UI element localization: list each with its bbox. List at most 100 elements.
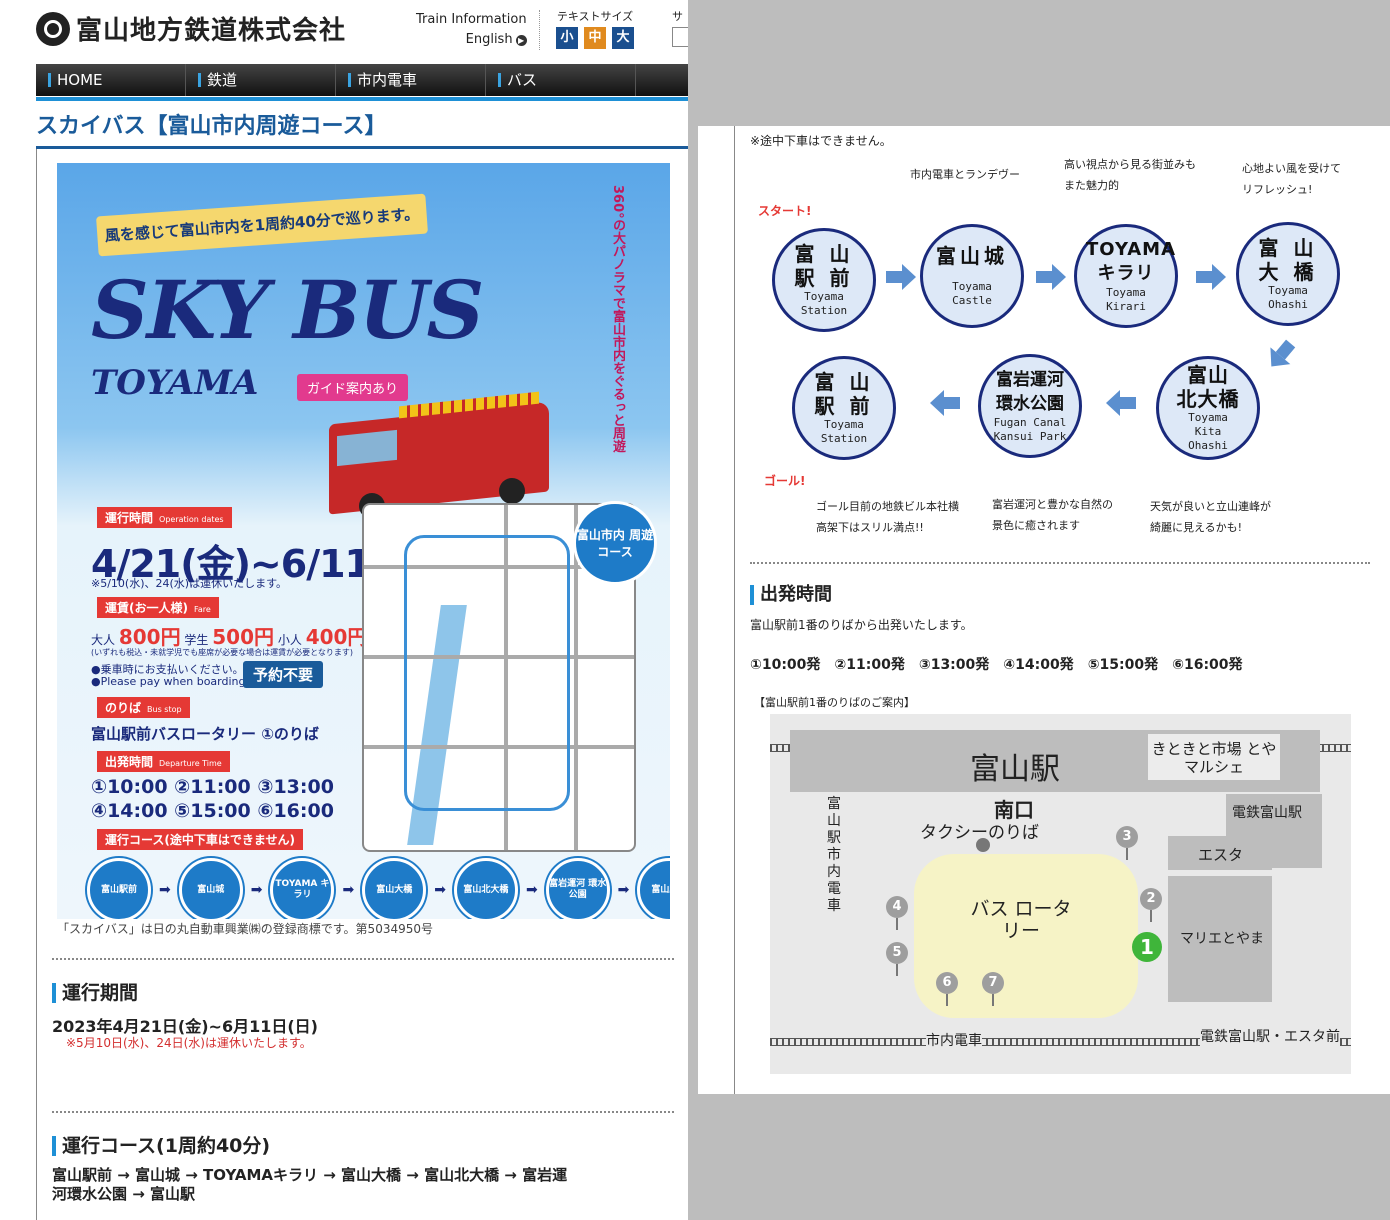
stop-marker: 7: [982, 972, 1004, 1006]
left-page: 富山地方鉄道株式会社 Train Information English ▶ テ…: [0, 0, 688, 1220]
callout: 天気が良いと立山連峰が 綺麗に見えるかも!: [1150, 500, 1271, 534]
course-diagram: 市内電車とランデヴー 高い視点から見る街並みも また魅力的 心地よい風を受けて リフ…: [750, 152, 1370, 542]
arrow-down-left-icon: [1260, 334, 1302, 376]
arrow-right-icon: ➡: [525, 882, 538, 898]
no-stopover-note: ※途中下車はできません。: [750, 134, 892, 148]
course-label: 運行コース(途中下車はできません): [97, 829, 304, 850]
search-icon[interactable]: [672, 27, 688, 47]
rotary-label: バス ロータリー: [970, 898, 1072, 942]
stop-marker: 5: [886, 942, 908, 976]
departure-time: ②11:00発: [834, 657, 905, 673]
bus-stop-map: 富山駅 きときと市場 とやマルシェ 南口 タクシーのりば 富山駅 市内電車 電鉄…: [770, 714, 1351, 1074]
course-stop: 富山駅前: [637, 858, 670, 919]
tram-vertical-label: 富山駅 市内電車: [827, 796, 841, 914]
fare-label: 運賃(お一人様) Fare: [97, 597, 219, 618]
taxi-marker: [976, 838, 990, 852]
nav-tram[interactable]: 市内電車: [336, 64, 486, 96]
hours-label: 運行時間 Operation dates: [97, 507, 232, 528]
poster-dates-note: ※5/10(水)、24(水)は運休いたします。: [91, 577, 287, 590]
departure-text: 富山駅前1番のりばから出発いたします。: [750, 618, 973, 632]
text-size-control: テキストサイズ 小 中 大: [556, 8, 634, 49]
dentetsu-esta-label: 電鉄富山駅・エスタ前: [1200, 1026, 1340, 1046]
stop-marker: 2: [1140, 888, 1162, 922]
arrow-left-icon: [930, 390, 960, 416]
english-link[interactable]: English ▶: [466, 30, 527, 50]
arrow-right-icon: [886, 264, 916, 290]
fare-list: 大人 800円 学生 500円 小人 400円: [91, 625, 368, 649]
departure-time: ④14:00発: [1003, 657, 1074, 673]
arrow-right-icon: ▶: [515, 34, 527, 46]
poster-times: ①10:00 ②11:00 ③13:00 ④14:00 ⑤15:00 ⑥16:0…: [91, 776, 334, 822]
station-toyama-goal: 富 山 駅 前 Toyama Station: [792, 356, 896, 460]
train-info-link[interactable]: Train Information: [416, 10, 527, 30]
poster-banner: 風を感じて富山市内を1周約40分で巡ります。: [96, 193, 428, 257]
divider: [750, 562, 1370, 564]
arrow-right-icon: ➡: [434, 882, 446, 898]
stop-label: のりば Bus stop: [97, 697, 190, 718]
arrow-right-icon: ➡: [159, 882, 171, 898]
poster-vertical-copy: 360°の大パノラマで富山市内をぐるっと周遊: [610, 185, 625, 453]
poster-logo-main: SKY BUS: [91, 263, 484, 357]
marie-label: マリエとやま: [1180, 931, 1264, 947]
stop-guide-title: 【富山駅前1番のりばのご案内】: [754, 696, 915, 709]
header-links: Train Information English ▶: [416, 10, 527, 50]
period-note: ※5月10日(水)、24日(水)は運休いたします。: [66, 1036, 312, 1050]
content-border: [36, 149, 37, 1220]
station-kansui-park: 富岩運河 環水公園 Fugan Canal Kansui Park: [978, 354, 1082, 458]
goal-label: ゴール!: [764, 474, 806, 488]
departure-label: 出発時間 Departure Time: [97, 751, 230, 772]
page-title: スカイバス【富山市内周遊コース】: [36, 114, 387, 139]
callout: ゴール目前の地鉄ビル本社横 高架下はスリル満点!!: [816, 500, 959, 534]
course-stop: 富山城: [178, 858, 243, 919]
company-name: 富山地方鉄道株式会社: [76, 16, 347, 46]
pay-on-board-en: ●Please pay when boarding.: [91, 675, 249, 688]
stop-marker-main: 1: [1132, 932, 1162, 962]
nav-railway[interactable]: 鉄道: [186, 64, 336, 96]
course-stop: 富山北大橋: [453, 858, 518, 919]
nav-bus[interactable]: バス: [486, 64, 636, 96]
departure-heading: 出発時間: [750, 585, 832, 605]
bus-illustration: [329, 391, 559, 519]
site-search: サ: [672, 8, 688, 47]
station-toyama-start: 富 山 駅 前 Toyama Station: [772, 228, 876, 332]
divider: [539, 10, 541, 50]
arrow-right-icon: ➡: [250, 882, 263, 898]
text-size-large-button[interactable]: 大: [612, 27, 634, 49]
departure-times: ①10:00発 ②11:00発 ③13:00発 ④14:00発 ⑤15:00発 …: [750, 654, 1243, 674]
no-reservation-badge: 予約不要: [243, 661, 324, 688]
departure-time: ③13:00発: [918, 657, 990, 673]
callout: 高い視点から見る街並みも また魅力的: [1064, 158, 1196, 192]
company-logo[interactable]: 富山地方鉄道株式会社: [36, 10, 346, 47]
divider: [52, 958, 674, 960]
poster-course-circles: 富山駅前 ➡ 富山城 ➡ TOYAMA キラリ ➡ 富山大橋 ➡ 富山北大橋 ➡ 富岩運河…: [87, 858, 670, 919]
stop-marker: 3: [1116, 826, 1138, 860]
start-label: スタート!: [758, 204, 812, 218]
departure-time: ⑤15:00発: [1087, 657, 1159, 673]
right-page: ※途中下車はできません。 市内電車とランデヴー 高い視点から見る街並みも また魅力…: [698, 126, 1390, 1094]
station-toyama-castle: 富山城 Toyama Castle: [920, 224, 1024, 328]
stop-marker: 6: [936, 972, 958, 1006]
logo-mark-icon: [36, 11, 70, 46]
station-kita-ohashi: 富山 北大橋 Toyama Kita Ohashi: [1156, 356, 1260, 460]
stop-marker: 4: [886, 896, 908, 930]
arrow-right-icon: ➡: [342, 882, 355, 898]
english-label: English: [465, 32, 513, 47]
dentetsu-label: 電鉄富山駅: [1232, 805, 1302, 821]
map-badge: 富山市内 周遊コース: [573, 501, 657, 585]
nav-home[interactable]: HOME: [36, 64, 186, 96]
course-route: 富山駅前 → 富山城 → TOYAMAキラリ → 富山大橋 → 富山北大橋 → …: [52, 1166, 568, 1203]
esta-label: エスタ: [1198, 846, 1244, 864]
arrow-right-icon: [1196, 264, 1226, 290]
arrow-left-icon: [1106, 390, 1136, 416]
text-size-small-button[interactable]: 小: [556, 27, 578, 49]
station-label: 富山駅: [970, 752, 1060, 787]
text-size-medium-button[interactable]: 中: [584, 27, 606, 49]
title-rule: [36, 146, 688, 149]
course-stop: 富山駅前: [87, 858, 151, 919]
site-search-label: サ: [672, 10, 683, 23]
callout: 富岩運河と豊かな自然の 景色に癒されます: [992, 498, 1113, 532]
tram-bottom-label: 市内電車: [926, 1030, 982, 1050]
stop-text: 富山駅前バスロータリー ①のりば: [91, 725, 319, 743]
departure-time: ①10:00発: [750, 657, 821, 673]
trademark-note: 「スカイバス」は日の丸自動車興業㈱の登録商標です。第5034950号: [57, 922, 434, 936]
